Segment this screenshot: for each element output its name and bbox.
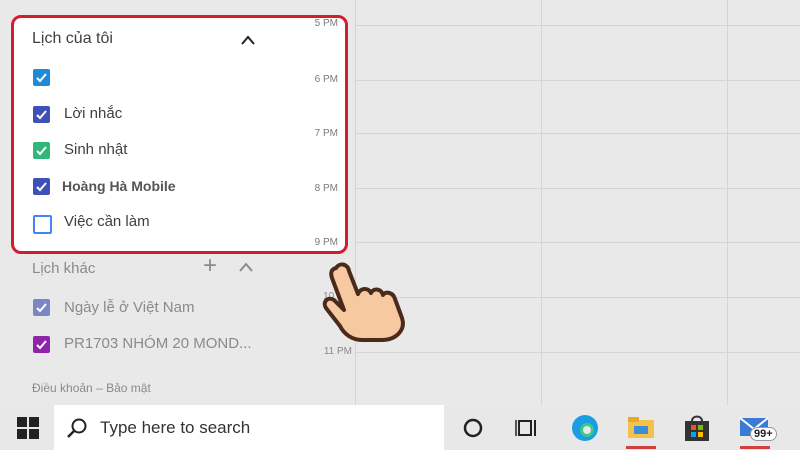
chevron-up-icon xyxy=(241,35,255,45)
reminders-checkbox[interactable] xyxy=(33,106,50,123)
grid-vline xyxy=(727,0,728,405)
tasks-label: Việc cần làm xyxy=(64,213,150,230)
taskbar-search-placeholder: Type here to search xyxy=(100,418,251,437)
birthdays-label: Sinh nhật xyxy=(64,141,128,158)
search-icon xyxy=(66,417,88,439)
calendar-grid[interactable] xyxy=(355,0,800,405)
footer-separator: – xyxy=(96,381,103,395)
checkmark-icon xyxy=(36,340,47,350)
birthdays-checkbox[interactable] xyxy=(33,142,50,159)
grid-hline xyxy=(355,352,800,353)
checkmark-icon xyxy=(36,73,47,83)
privacy-link[interactable]: Bảo mật xyxy=(106,381,151,395)
collapse-other-calendars-button[interactable] xyxy=(238,260,258,276)
chevron-up-icon xyxy=(239,262,253,272)
checkmark-icon xyxy=(36,303,47,313)
grid-vline xyxy=(541,0,542,405)
time-label: 7 PM xyxy=(314,128,338,139)
holiday-checkbox[interactable] xyxy=(33,299,50,316)
collapse-my-calendars-button[interactable] xyxy=(240,33,260,49)
grid-hline xyxy=(355,297,800,298)
edge-icon[interactable] xyxy=(570,413,600,443)
reminders-label: Lời nhắc xyxy=(64,105,123,122)
pointing-hand-icon xyxy=(318,258,413,343)
cortana-circle-icon[interactable] xyxy=(462,417,484,439)
checkmark-icon xyxy=(36,110,47,120)
my-calendars-panel: Lịch của tôi 5 PM 6 PM 7 PM 8 PM 9 PM Lờ… xyxy=(11,15,348,254)
checkmark-icon xyxy=(36,146,47,156)
time-label: 8 PM xyxy=(314,183,338,194)
group-calendar-label: PR1703 NHÓM 20 MOND... xyxy=(64,335,252,352)
time-label: 5 PM xyxy=(314,18,338,29)
my-calendars-title: Lịch của tôi xyxy=(32,30,113,47)
tasks-checkbox[interactable] xyxy=(33,215,52,234)
file-explorer-icon[interactable] xyxy=(626,414,656,442)
grid-hline xyxy=(355,25,800,26)
grid-hline xyxy=(355,242,800,243)
time-label: 11 PM xyxy=(323,346,352,357)
grid-hline xyxy=(355,133,800,134)
terms-link[interactable]: Điều khoản xyxy=(32,381,93,395)
add-calendar-button[interactable]: + xyxy=(200,254,220,278)
holiday-calendar-label: Ngày lễ ở Việt Nam xyxy=(64,299,195,316)
grid-hline xyxy=(355,80,800,81)
grid-vline xyxy=(355,0,356,405)
time-label: 6 PM xyxy=(314,74,338,85)
mail-unread-badge: 99+ xyxy=(750,427,777,441)
grid-hline xyxy=(355,188,800,189)
primary-calendar-checkbox[interactable] xyxy=(33,69,50,86)
hoangha-calendar-label: Hoàng Hà Mobile xyxy=(62,178,176,194)
checkmark-icon xyxy=(36,182,47,192)
other-calendars-title: Lịch khác xyxy=(32,260,96,277)
task-view-icon[interactable] xyxy=(515,416,539,440)
active-app-indicator xyxy=(626,446,656,449)
microsoft-store-icon[interactable] xyxy=(683,413,711,443)
active-app-indicator xyxy=(740,446,770,449)
footer-links: Điều khoản – Bảo mật xyxy=(32,381,151,395)
group-calendar-checkbox[interactable] xyxy=(33,336,50,353)
windows-start-icon[interactable] xyxy=(17,417,39,439)
hoangha-calendar-checkbox[interactable] xyxy=(33,178,50,195)
time-label: 9 PM xyxy=(314,237,338,248)
